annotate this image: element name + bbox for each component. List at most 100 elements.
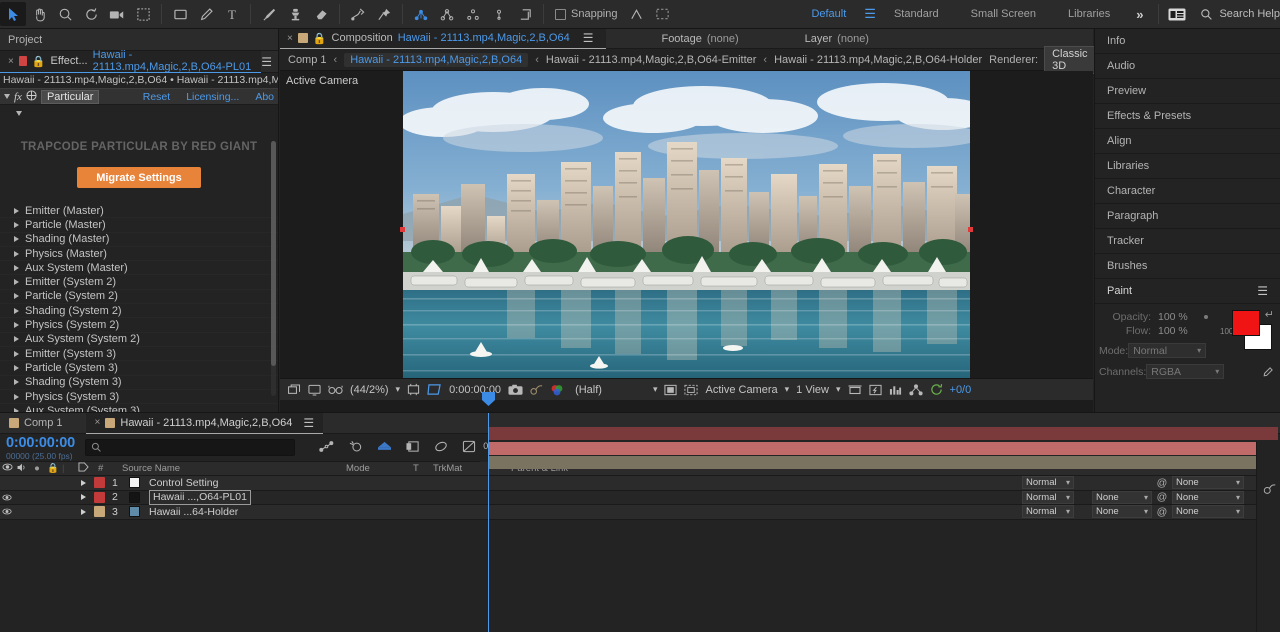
chevron-down-icon[interactable]: ▾ — [396, 384, 401, 395]
column-header-source-name[interactable]: Source Name — [118, 463, 342, 474]
disclosure-triangle-icon[interactable] — [14, 279, 19, 286]
effect-reset-link[interactable]: Reset — [143, 91, 170, 103]
layer-audio-toggle[interactable] — [14, 505, 30, 520]
disclosure-triangle-icon[interactable] — [14, 307, 19, 314]
disclosure-triangle-icon[interactable] — [14, 393, 19, 400]
effect-about-link[interactable]: Abo — [255, 91, 274, 103]
tab-footage[interactable]: Footage (none) — [654, 29, 745, 49]
clone-stamp-tool[interactable] — [282, 2, 308, 26]
column-header-mode[interactable]: Mode — [342, 463, 409, 474]
timeline-panel-menu-icon[interactable]: ☰ — [303, 416, 314, 430]
layer-lock-toggle[interactable] — [44, 490, 62, 505]
disclosure-triangle-icon[interactable] — [14, 336, 19, 343]
camera-tool[interactable] — [104, 2, 130, 26]
3d-renderer-icon[interactable] — [377, 440, 392, 456]
disclosure-triangle-icon[interactable] — [14, 207, 19, 214]
pan-behind-tool[interactable] — [130, 2, 156, 26]
timeline-tab-comp-1[interactable]: Comp 1 — [0, 413, 72, 434]
close-icon[interactable]: × — [287, 33, 293, 44]
layer-source-name[interactable]: Hawaii ...64-Holder — [149, 505, 238, 520]
right-panel-character[interactable]: Character — [1095, 179, 1280, 204]
timeline-search-input[interactable] — [84, 439, 295, 456]
view-layout-value[interactable]: 1 View — [796, 384, 829, 396]
paint-flow-value[interactable]: 100 % — [1158, 325, 1204, 337]
paint-channels-select[interactable]: RGBA ▾ — [1146, 364, 1225, 379]
workspace-small-screen[interactable]: Small Screen — [955, 8, 1052, 20]
workspace-default[interactable]: Default — [795, 8, 862, 20]
transparency-grid-icon[interactable] — [664, 384, 678, 396]
workspace-libraries[interactable]: Libraries — [1052, 8, 1126, 20]
breadcrumb-emitter[interactable]: Hawaii - 21113.mp4,Magic,2,B,O64-Emitter — [546, 54, 757, 66]
disclosure-triangle-icon[interactable] — [14, 350, 19, 357]
search-help[interactable]: Search Help — [1190, 8, 1280, 21]
foreground-color-swatch[interactable] — [1232, 310, 1260, 336]
right-panel-libraries[interactable]: Libraries — [1095, 154, 1280, 179]
unified-camera-tool[interactable] — [408, 2, 434, 26]
local-axis-mode-icon[interactable] — [512, 2, 538, 26]
auto-keyframe-icon[interactable] — [462, 440, 476, 456]
layer-lock-toggle[interactable] — [44, 476, 62, 491]
workspace-screen-icon[interactable] — [1164, 2, 1190, 26]
pen-tool[interactable] — [193, 2, 219, 26]
right-panel-tracker[interactable]: Tracker — [1095, 229, 1280, 254]
workspace-standard[interactable]: Standard — [878, 8, 955, 20]
workspace-menu-icon[interactable]: ☰ — [862, 6, 878, 22]
eyedropper-icon[interactable] — [1262, 366, 1274, 381]
effect-header-particular[interactable]: fx Particular Reset Licensing... Abo — [0, 88, 278, 105]
exposure-value[interactable]: +0/0 — [950, 384, 972, 396]
dolly-camera-tool[interactable] — [486, 2, 512, 26]
breadcrumb-holder[interactable]: Hawaii - 21113.mp4,Magic,2,B,O64-Holder — [774, 54, 982, 66]
roto-brush-tool[interactable] — [345, 2, 371, 26]
close-icon[interactable]: × — [8, 56, 14, 67]
layer-label-color[interactable] — [94, 477, 105, 489]
effect-property-row[interactable]: Shading (System 2) — [0, 304, 278, 319]
right-panel-preview[interactable]: Preview — [1095, 79, 1280, 104]
extended-viewer-icon[interactable] — [434, 440, 448, 456]
effect-property-row[interactable]: Emitter (Master) — [0, 204, 278, 219]
close-icon[interactable]: × — [95, 417, 101, 428]
type-tool[interactable]: T — [219, 2, 245, 26]
effect-property-row[interactable]: Physics (System 3) — [0, 390, 278, 405]
effect-property-row[interactable]: Particle (System 3) — [0, 361, 278, 376]
orbit-camera-tool[interactable] — [434, 2, 460, 26]
disclosure-triangle-icon[interactable] — [14, 322, 19, 329]
effect-property-row[interactable]: Shading (System 3) — [0, 376, 278, 390]
show-snapshot-icon[interactable] — [530, 384, 543, 396]
3d-view-popup-icon[interactable] — [684, 384, 699, 396]
layer-lock-toggle[interactable] — [44, 505, 62, 520]
right-panel-info[interactable]: Info — [1095, 29, 1280, 54]
tab-project[interactable]: Project — [0, 29, 50, 51]
column-header-index[interactable]: # — [94, 463, 118, 474]
render-queue-icon[interactable] — [1257, 483, 1280, 500]
disclosure-triangle-icon[interactable] — [14, 293, 19, 300]
effect-name[interactable]: Particular — [40, 89, 100, 104]
renderer-button[interactable]: Classic 3D — [1044, 45, 1096, 74]
right-panel-brushes[interactable]: Brushes — [1095, 254, 1280, 279]
reset-exposure-icon[interactable] — [930, 383, 943, 396]
layer-duration-bar[interactable] — [488, 456, 1278, 469]
disclosure-triangle-icon[interactable] — [14, 364, 19, 371]
layer-visibility-toggle[interactable] — [0, 476, 14, 491]
layer-duration-bar[interactable] — [488, 427, 1278, 440]
shape-tool[interactable] — [167, 2, 193, 26]
layer-solo-toggle[interactable] — [30, 476, 44, 491]
snap-vertex-icon[interactable] — [624, 2, 650, 26]
selection-handle-mr[interactable] — [968, 227, 973, 232]
effect-property-row[interactable]: Emitter (System 3) — [0, 347, 278, 362]
paint-opacity-value[interactable]: 100 % — [1158, 311, 1204, 323]
snapping-toggle[interactable]: Snapping — [549, 8, 624, 20]
layer-label-color[interactable] — [94, 506, 105, 518]
sub-disclosure-triangle-icon[interactable] — [16, 111, 22, 116]
always-preview-icon[interactable] — [288, 383, 301, 396]
right-panel-effects-presets[interactable]: Effects & Presets — [1095, 104, 1280, 129]
lock-icon[interactable]: 🔒 — [313, 32, 327, 45]
disclosure-triangle-icon[interactable] — [4, 94, 10, 99]
resolution-region-icon[interactable] — [407, 383, 420, 396]
layer-visibility-toggle[interactable] — [0, 490, 14, 505]
motion-blur-icon[interactable] — [348, 440, 363, 456]
zoom-tool[interactable] — [52, 2, 78, 26]
region-of-interest-icon[interactable] — [427, 383, 442, 396]
workspace-overflow-icon[interactable]: » — [1126, 7, 1153, 22]
tab-composition[interactable]: × 🔒 Composition Hawaii - 21113.mp4,Magic… — [280, 28, 607, 49]
selection-handle-ml[interactable] — [400, 227, 405, 232]
